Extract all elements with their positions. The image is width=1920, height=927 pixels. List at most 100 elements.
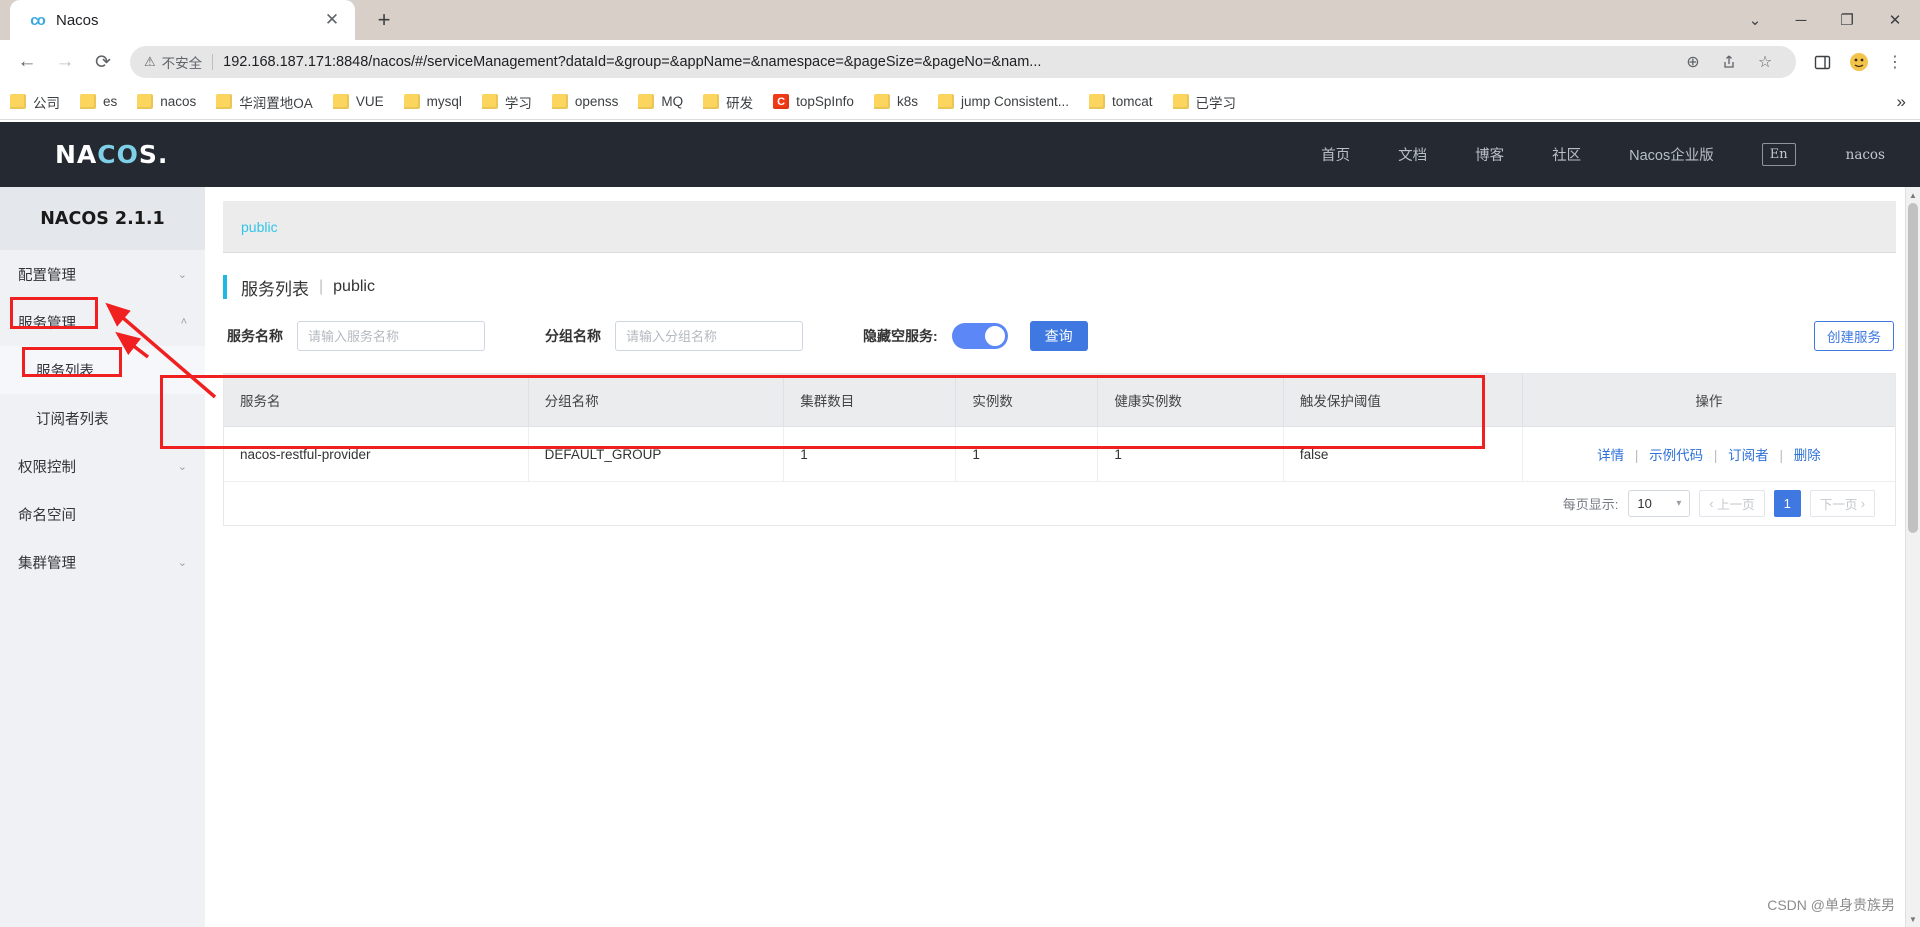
bookmark-item[interactable]: jump Consistent... [937, 94, 1069, 109]
namespace-tabs: public [223, 201, 1896, 253]
minimize-icon[interactable]: ─ [1778, 0, 1824, 40]
bookmark-label: es [103, 94, 118, 109]
close-icon[interactable]: ✕ [321, 9, 343, 31]
new-tab-button[interactable]: + [367, 3, 401, 37]
forward-icon[interactable]: → [46, 43, 84, 81]
bookmark-item[interactable]: MQ [638, 94, 683, 109]
prev-page-button[interactable]: ‹ 上一页 [1699, 490, 1765, 517]
per-page-value: 10 [1637, 496, 1652, 511]
sidebar-item-service-management[interactable]: 服务管理 ˄ [0, 298, 205, 346]
watermark: CSDN @单身贵族男 [1767, 897, 1895, 913]
bookmark-label: 公司 [33, 95, 60, 111]
cell-group-name: DEFAULT_GROUP [528, 426, 785, 482]
browser-tab-nacos[interactable]: co Nacos ✕ [10, 0, 355, 40]
main-content: public 服务列表 | public 服务名称 分组名称 隐藏空服务: 查询 [205, 187, 1920, 927]
back-icon[interactable]: ← [8, 43, 46, 81]
next-page-button[interactable]: 下一页 › [1809, 490, 1875, 517]
bookmark-star-icon[interactable]: ☆ [1748, 45, 1782, 79]
scroll-down-icon[interactable]: ▼ [1906, 911, 1920, 927]
sidepanel-icon[interactable] [1804, 45, 1840, 79]
service-name-label: 服务名称 [227, 328, 283, 344]
sidebar-version-title: NACOS 2.1.1 [0, 187, 205, 250]
action-separator: | [1634, 448, 1639, 463]
user-menu[interactable]: nacos [1846, 147, 1885, 163]
group-name-input[interactable] [615, 321, 803, 351]
folder-icon [873, 94, 890, 109]
browser-window: co Nacos ✕ + ⌄ ─ ❐ ✕ ← → ⟳ ⚠ 不安全 192.168… [0, 0, 1920, 927]
share-icon[interactable] [1712, 45, 1746, 79]
sidebar-item-permission-control[interactable]: 权限控制 ⌄ [0, 442, 205, 490]
tab-title: Nacos [56, 11, 99, 29]
action-subscribers-link[interactable]: 订阅者 [1728, 448, 1769, 463]
nav-item-community[interactable]: 社区 [1552, 144, 1581, 165]
bookmark-item[interactable]: VUE [332, 94, 384, 109]
chevron-right-icon: › [1860, 496, 1865, 511]
bookmark-item[interactable]: tomcat [1089, 94, 1153, 109]
action-delete-link[interactable]: 删除 [1794, 448, 1821, 463]
chevron-up-icon: ˄ [180, 316, 187, 328]
site-favicon-icon: C [773, 94, 790, 109]
sidebar-item-service-list[interactable]: 服务列表 [0, 346, 205, 394]
sidebar-item-label: 订阅者列表 [36, 411, 109, 428]
bookmark-item[interactable]: nacos [137, 94, 196, 109]
app-header: NACOS. 首页 文档 博客 社区 Nacos企业版 En nacos [0, 122, 1920, 187]
nav-item-blog[interactable]: 博客 [1475, 144, 1504, 165]
bookmark-label: tomcat [1112, 94, 1153, 109]
nav-item-docs[interactable]: 文档 [1398, 144, 1427, 165]
sidebar-item-namespace[interactable]: 命名空间 [0, 490, 205, 538]
logo-post: S. [138, 140, 169, 169]
page-button-1[interactable]: 1 [1773, 490, 1801, 517]
vertical-scrollbar[interactable]: ▲ ▼ [1905, 187, 1920, 927]
hide-empty-service-toggle[interactable] [951, 323, 1008, 349]
address-bar[interactable]: ⚠ 不安全 192.168.187.171:8848/nacos/#/servi… [130, 46, 1796, 78]
chevron-down-icon[interactable]: ⌄ [1732, 0, 1778, 40]
scroll-up-icon[interactable]: ▲ [1906, 187, 1920, 203]
th-service-name: 服务名 [224, 374, 529, 427]
bookmark-item[interactable]: 公司 [10, 92, 60, 112]
window-close-icon[interactable]: ✕ [1870, 0, 1920, 40]
chevron-down-icon: ▾ [1676, 498, 1682, 509]
scrollbar-thumb[interactable] [1908, 203, 1918, 533]
nacos-logo[interactable]: NACOS. [55, 140, 168, 169]
service-name-input[interactable] [297, 321, 485, 351]
bookmark-item[interactable]: 学习 [481, 92, 532, 112]
sidebar-item-label: 集群管理 [18, 555, 76, 572]
bookmark-item[interactable]: k8s [873, 94, 918, 109]
query-button[interactable]: 查询 [1029, 321, 1088, 351]
folder-icon [137, 94, 154, 109]
maximize-icon[interactable]: ❐ [1824, 0, 1870, 40]
zoom-icon[interactable]: ⊕ [1676, 45, 1710, 79]
bookmark-item[interactable]: openss [551, 94, 618, 109]
header-nav: 首页 文档 博客 社区 Nacos企业版 En nacos [1273, 143, 1920, 166]
bookmark-label: 华润置地OA [239, 95, 313, 111]
browser-menu-icon[interactable]: ⋮ [1878, 45, 1912, 79]
namespace-tab-public[interactable]: public [241, 219, 278, 235]
chevron-left-icon: ‹ [1709, 496, 1714, 511]
sidebar-item-cluster-management[interactable]: 集群管理 ⌄ [0, 538, 205, 586]
bookmark-label: nacos [160, 94, 197, 109]
page-title-text: 服务列表 [241, 279, 309, 299]
sidebar-item-config-management[interactable]: 配置管理 ⌄ [0, 250, 205, 298]
bookmark-item[interactable]: CtopSpInfo [773, 94, 854, 109]
language-toggle[interactable]: En [1761, 143, 1796, 166]
folder-icon [10, 94, 26, 109]
reload-icon[interactable]: ⟳ [84, 43, 122, 81]
sidebar-item-subscriber-list[interactable]: 订阅者列表 [0, 394, 205, 442]
page-title: 服务列表 | public [223, 275, 1920, 299]
bookmark-label: topSpInfo [796, 94, 854, 109]
action-detail-link[interactable]: 详情 [1597, 448, 1624, 463]
per-page-select[interactable]: 10 ▾ [1628, 490, 1691, 517]
action-sample-code-link[interactable]: 示例代码 [1649, 448, 1703, 463]
bookmark-item[interactable]: es [80, 94, 117, 109]
bookmark-item[interactable]: 已学习 [1172, 92, 1236, 112]
table-row: nacos-restful-provider DEFAULT_GROUP 1 1… [224, 426, 1895, 482]
bookmarks-overflow-icon[interactable]: » [1897, 92, 1906, 112]
chevron-down-icon: ⌄ [177, 268, 187, 281]
nav-item-home[interactable]: 首页 [1321, 144, 1350, 165]
bookmark-item[interactable]: 研发 [703, 92, 753, 112]
extension-icon[interactable] [1842, 45, 1876, 79]
bookmark-item[interactable]: mysql [403, 94, 462, 109]
create-service-button[interactable]: 创建服务 [1814, 321, 1894, 351]
bookmark-item[interactable]: 华润置地OA [216, 92, 313, 112]
nav-item-enterprise[interactable]: Nacos企业版 [1629, 144, 1714, 165]
